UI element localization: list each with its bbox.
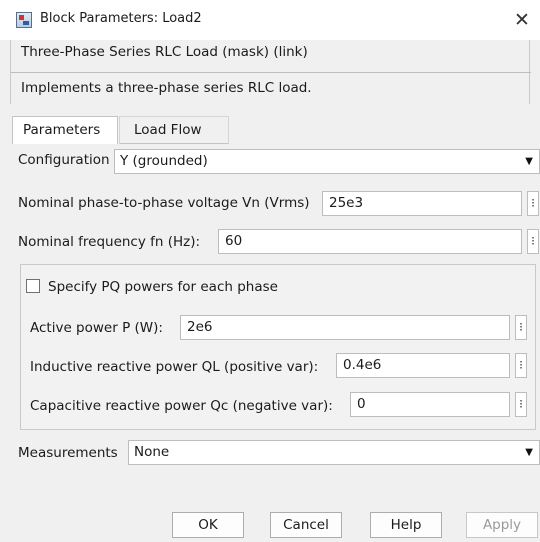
help-button[interactable]: Help	[370, 512, 442, 538]
ok-button[interactable]: OK	[172, 512, 244, 538]
capacitive-power-menu-icon[interactable]: ⁝	[515, 392, 527, 417]
measurements-value: None	[134, 444, 170, 460]
active-power-menu-icon[interactable]: ⁝	[515, 315, 527, 340]
chevron-down-icon: ▼	[525, 447, 533, 458]
nominal-frequency-label: Nominal frequency fn (Hz):	[18, 234, 201, 250]
close-icon[interactable]: ✕	[510, 8, 534, 32]
nominal-voltage-label: Nominal phase-to-phase voltage Vn (Vrms)	[18, 195, 310, 211]
configuration-dropdown[interactable]: Y (grounded) ▼	[114, 149, 540, 174]
nominal-voltage-input[interactable]: 25e3	[322, 191, 522, 216]
simulink-block-icon	[16, 12, 32, 28]
tab-parameters[interactable]: Parameters	[12, 116, 118, 144]
apply-button[interactable]: Apply	[466, 512, 538, 538]
active-power-label: Active power P (W):	[30, 320, 163, 336]
window-title: Block Parameters: Load2	[40, 11, 202, 26]
configuration-value: Y (grounded)	[120, 153, 208, 169]
description-divider	[11, 72, 531, 73]
nominal-voltage-menu-icon[interactable]: ⁝	[527, 191, 539, 216]
block-description-text: Implements a three-phase series RLC load…	[21, 80, 312, 96]
measurements-label: Measurements	[18, 445, 118, 461]
configuration-label: Configuration	[18, 152, 110, 168]
block-description-group: Three-Phase Series RLC Load (mask) (link…	[10, 40, 531, 104]
tab-load-flow[interactable]: Load Flow	[119, 116, 229, 144]
inductive-power-label: Inductive reactive power QL (positive va…	[30, 359, 319, 375]
specify-pq-checkbox[interactable]	[26, 279, 40, 293]
block-parameters-dialog: Block Parameters: Load2 ✕ Three-Phase Se…	[0, 0, 540, 542]
capacitive-power-input[interactable]: 0	[350, 392, 510, 417]
specify-pq-label: Specify PQ powers for each phase	[48, 279, 278, 295]
active-power-input[interactable]: 2e6	[180, 315, 510, 340]
inductive-power-input[interactable]: 0.4e6	[336, 353, 510, 378]
block-type-title: Three-Phase Series RLC Load (mask) (link…	[21, 44, 308, 60]
capacitive-power-label: Capacitive reactive power Qc (negative v…	[30, 398, 333, 414]
chevron-down-icon: ▼	[525, 156, 533, 167]
inductive-power-menu-icon[interactable]: ⁝	[515, 353, 527, 378]
nominal-frequency-input[interactable]: 60	[218, 229, 522, 254]
measurements-dropdown[interactable]: None ▼	[128, 440, 540, 465]
cancel-button[interactable]: Cancel	[270, 512, 342, 538]
nominal-frequency-menu-icon[interactable]: ⁝	[527, 229, 539, 254]
title-bar: Block Parameters: Load2 ✕	[0, 0, 540, 40]
